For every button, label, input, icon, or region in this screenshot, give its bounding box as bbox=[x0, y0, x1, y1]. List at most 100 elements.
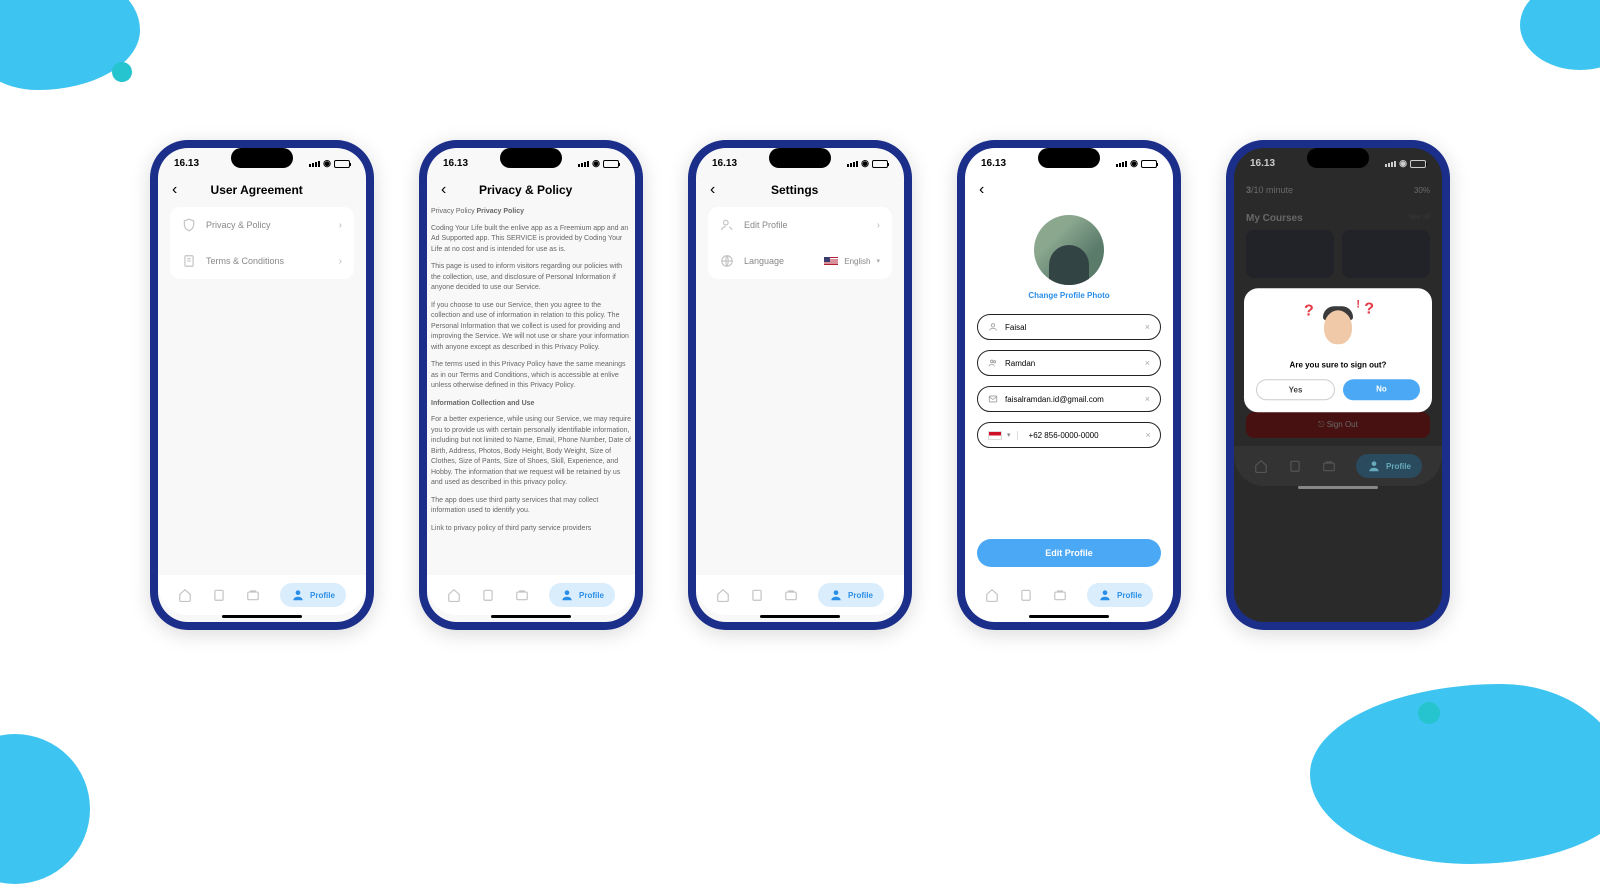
first-name-field[interactable]: × bbox=[977, 314, 1161, 340]
phone-frame: 16.13 ◉ 3/10 minute 30% My Courses See a… bbox=[1226, 140, 1450, 630]
back-button[interactable]: ‹ bbox=[979, 181, 984, 199]
clear-icon[interactable]: × bbox=[1145, 394, 1150, 404]
notch bbox=[1038, 148, 1100, 168]
no-button[interactable]: No bbox=[1343, 379, 1420, 400]
policy-paragraph: Coding Your Life built the enlive app as… bbox=[431, 224, 631, 256]
notch bbox=[769, 148, 831, 168]
video-icon bbox=[1322, 459, 1336, 473]
video-icon[interactable] bbox=[1053, 588, 1067, 602]
home-indicator[interactable] bbox=[1298, 486, 1378, 489]
phone-frame: 16.13 ◉ ‹ Settings Edit Profile › Langua… bbox=[688, 140, 912, 630]
home-icon[interactable] bbox=[716, 588, 730, 602]
signal-icon bbox=[847, 161, 858, 167]
wifi-icon: ◉ bbox=[592, 158, 600, 169]
policy-content[interactable]: Privacy Policy Privacy Policy Coding You… bbox=[427, 207, 635, 575]
email-input[interactable] bbox=[1005, 395, 1138, 404]
chevron-right-icon: › bbox=[877, 220, 880, 231]
wifi-icon: ◉ bbox=[323, 158, 331, 169]
users-icon bbox=[988, 358, 998, 368]
clear-icon[interactable]: × bbox=[1145, 358, 1150, 368]
home-icon[interactable] bbox=[985, 588, 999, 602]
phone-field[interactable]: ▾ × bbox=[977, 422, 1161, 448]
section-title: My Courses bbox=[1246, 213, 1303, 224]
yes-button[interactable]: Yes bbox=[1256, 379, 1335, 400]
phone-frame: 16.13 ◉ ‹ Privacy & Policy Privacy Polic… bbox=[419, 140, 643, 630]
status-time: 16.13 bbox=[174, 158, 199, 169]
signal-icon bbox=[1385, 161, 1396, 167]
home-indicator[interactable] bbox=[222, 615, 302, 618]
home-indicator[interactable] bbox=[1029, 615, 1109, 618]
decor-blob bbox=[0, 734, 90, 884]
flag-us-icon bbox=[824, 257, 838, 266]
mail-icon bbox=[988, 394, 998, 404]
home-indicator[interactable] bbox=[760, 615, 840, 618]
video-icon[interactable] bbox=[246, 588, 260, 602]
wifi-icon: ◉ bbox=[861, 158, 869, 169]
profile-tab: Profile bbox=[1356, 454, 1422, 478]
policy-paragraph: Link to privacy policy of third party se… bbox=[431, 524, 631, 535]
document-icon[interactable] bbox=[212, 588, 226, 602]
row-label: Edit Profile bbox=[744, 220, 867, 230]
row-label: Language bbox=[744, 256, 814, 266]
home-icon[interactable] bbox=[178, 588, 192, 602]
profile-tab[interactable]: Profile bbox=[1087, 583, 1153, 607]
chevron-right-icon: › bbox=[339, 256, 342, 267]
clear-icon[interactable]: × bbox=[1145, 322, 1150, 332]
user-icon bbox=[988, 322, 998, 332]
profile-tab[interactable]: Profile bbox=[818, 583, 884, 607]
page-title: Settings bbox=[715, 183, 874, 197]
course-thumbnail bbox=[1342, 230, 1430, 278]
flag-id-icon bbox=[988, 431, 1002, 440]
user-edit-icon bbox=[720, 218, 734, 232]
see-all-link: See all bbox=[1409, 214, 1430, 221]
modal-message: Are you sure to sign out? bbox=[1256, 360, 1420, 369]
phone-frame: 16.13 ◉ ‹ Change Profile Photo × × × bbox=[957, 140, 1181, 630]
profile-tab[interactable]: Profile bbox=[280, 583, 346, 607]
profile-label: Profile bbox=[848, 591, 873, 600]
section-heading: Information Collection and Use bbox=[431, 399, 631, 410]
home-indicator[interactable] bbox=[491, 615, 571, 618]
document-icon[interactable] bbox=[1019, 588, 1033, 602]
user-icon bbox=[1367, 459, 1381, 473]
sign-out-button: ⎋ Sign Out bbox=[1246, 412, 1430, 438]
last-name-input[interactable] bbox=[1005, 359, 1138, 368]
page-title: Privacy & Policy bbox=[446, 183, 605, 197]
avatar[interactable] bbox=[1034, 215, 1104, 285]
terms-conditions-row[interactable]: Terms & Conditions › bbox=[170, 243, 354, 279]
policy-paragraph: The app does use third party services th… bbox=[431, 496, 631, 517]
clear-icon[interactable]: × bbox=[1146, 430, 1151, 440]
bottom-nav: Profile bbox=[158, 575, 366, 615]
edit-profile-row[interactable]: Edit Profile › bbox=[708, 207, 892, 243]
phone-input[interactable] bbox=[1029, 431, 1139, 440]
video-icon[interactable] bbox=[515, 588, 529, 602]
progress-pct: 30% bbox=[1414, 186, 1430, 195]
document-icon bbox=[182, 254, 196, 268]
status-time: 16.13 bbox=[981, 158, 1006, 169]
country-selector[interactable]: ▾ bbox=[988, 431, 1018, 440]
document-icon[interactable] bbox=[481, 588, 495, 602]
home-icon[interactable] bbox=[447, 588, 461, 602]
privacy-policy-row[interactable]: Privacy & Policy › bbox=[170, 207, 354, 243]
decor-dot bbox=[1418, 702, 1440, 724]
email-field[interactable]: × bbox=[977, 386, 1161, 412]
language-row[interactable]: Language English ▾ bbox=[708, 243, 892, 279]
video-icon[interactable] bbox=[784, 588, 798, 602]
page-title: User Agreement bbox=[177, 183, 336, 197]
chevron-right-icon: › bbox=[339, 220, 342, 231]
profile-label: Profile bbox=[1386, 462, 1411, 471]
document-icon[interactable] bbox=[750, 588, 764, 602]
change-photo-link[interactable]: Change Profile Photo bbox=[977, 291, 1161, 300]
battery-icon bbox=[872, 160, 888, 168]
signal-icon bbox=[1116, 161, 1127, 167]
edit-profile-button[interactable]: Edit Profile bbox=[977, 539, 1161, 567]
profile-tab[interactable]: Profile bbox=[549, 583, 615, 607]
last-name-field[interactable]: × bbox=[977, 350, 1161, 376]
shield-icon bbox=[182, 218, 196, 232]
decor-blob bbox=[1520, 0, 1600, 70]
globe-icon bbox=[720, 254, 734, 268]
status-time: 16.13 bbox=[443, 158, 468, 169]
home-icon bbox=[1254, 459, 1268, 473]
status-time: 16.13 bbox=[712, 158, 737, 169]
first-name-input[interactable] bbox=[1005, 323, 1138, 332]
wifi-icon: ◉ bbox=[1130, 158, 1138, 169]
